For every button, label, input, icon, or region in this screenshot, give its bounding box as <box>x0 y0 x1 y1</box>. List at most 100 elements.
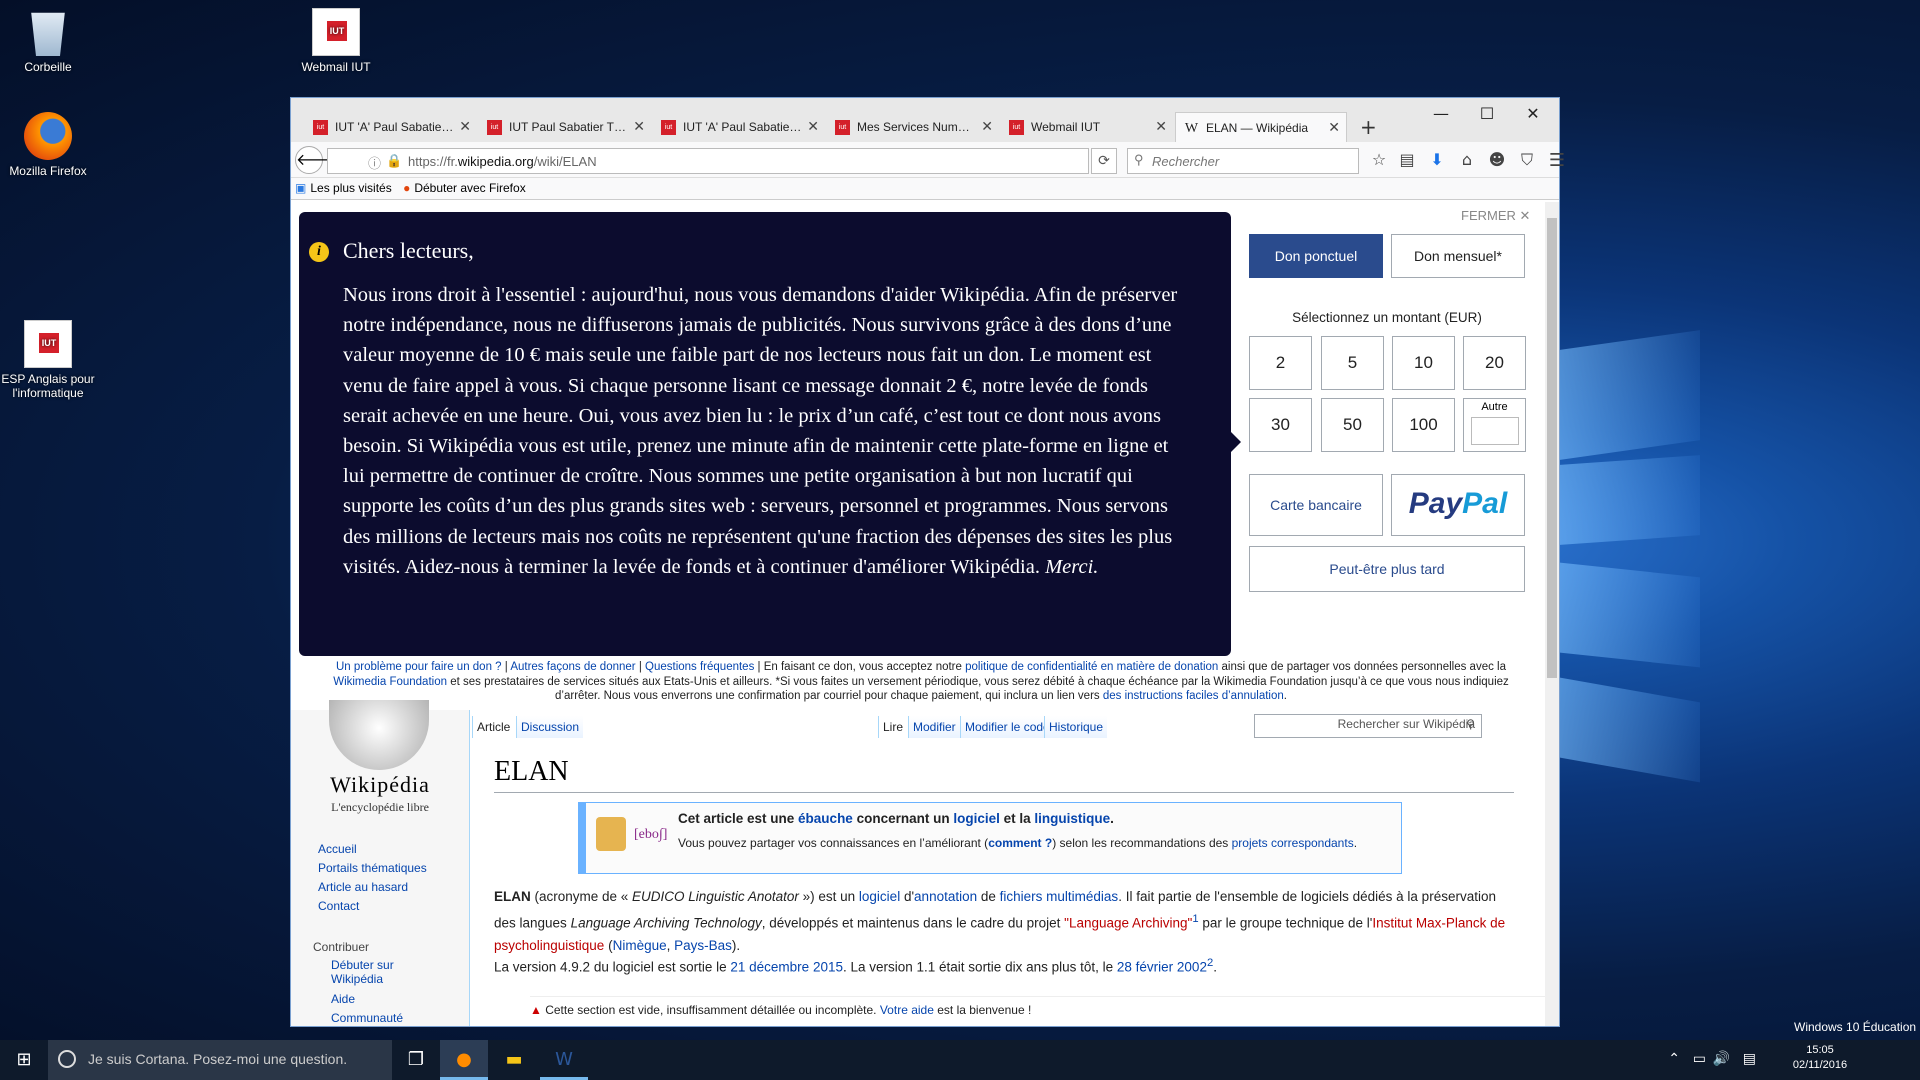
library-icon[interactable]: ▤ <box>1393 150 1421 169</box>
notice-link[interactable]: Votre aide <box>880 1003 934 1017</box>
desktop-icon-firefox[interactable]: Mozilla Firefox <box>0 112 96 178</box>
windows-start-icon[interactable]: ⊞ <box>0 1040 48 1080</box>
close-tab-icon[interactable]: ✕ <box>981 118 993 135</box>
reload-button[interactable]: ⟳ <box>1091 148 1117 174</box>
sidebar-item-debuter[interactable]: Débuter sur Wikipédia <box>331 958 431 986</box>
desktop-icon-esp[interactable]: IUT ESP Anglais pour l'informatique <box>0 320 96 400</box>
article-link[interactable]: Nimègue <box>613 938 667 953</box>
amount-20-button[interactable]: 20 <box>1463 336 1526 390</box>
file-explorer-icon[interactable]: ▬ <box>490 1040 538 1080</box>
tab-iut-2[interactable]: iut IUT Paul Sabatier T… ✕ <box>479 112 651 142</box>
back-button[interactable]: 🡐 <box>295 146 339 174</box>
close-tab-icon[interactable]: ✕ <box>807 118 819 135</box>
cortana-search-box[interactable]: Je suis Cortana. Posez-moi une question. <box>48 1040 392 1080</box>
tab-modifier[interactable]: Modifier <box>908 716 960 738</box>
tab-webmail[interactable]: iut Webmail IUT ✕ <box>1001 112 1173 142</box>
close-tab-icon[interactable]: ✕ <box>459 118 471 135</box>
pocket-icon[interactable]: ⛉ <box>1513 150 1541 170</box>
maybe-later-button[interactable]: Peut-être plus tard <box>1249 546 1525 592</box>
amount-30-button[interactable]: 30 <box>1249 398 1312 452</box>
tab-lire[interactable]: Lire <box>878 716 908 738</box>
show-hidden-icons-icon[interactable]: ⌃ <box>1668 1050 1680 1067</box>
browser-search-field[interactable]: ⚲ Rechercher <box>1127 148 1359 174</box>
clock[interactable]: 15:05 02/11/2016 <box>1780 1044 1860 1071</box>
tab-discussion[interactable]: Discussion <box>516 716 584 738</box>
task-view-icon[interactable]: ❐ <box>392 1040 440 1080</box>
amount-50-button[interactable]: 50 <box>1321 398 1384 452</box>
stub-link[interactable]: projets correspondants <box>1232 836 1354 850</box>
amount-2-button[interactable]: 2 <box>1249 336 1312 390</box>
one-time-donation-button[interactable]: Don ponctuel <box>1249 234 1383 278</box>
monthly-donation-button[interactable]: Don mensuel* <box>1391 234 1525 278</box>
article-link[interactable]: logiciel <box>859 889 900 904</box>
article-link[interactable]: annotation <box>914 889 977 904</box>
footnote-link[interactable]: Questions fréquentes <box>645 661 754 673</box>
article-link[interactable]: 21 décembre 2015 <box>730 960 843 975</box>
footnote-link[interactable]: Wikimedia Foundation <box>333 676 447 688</box>
scrollbar-thumb[interactable] <box>1547 218 1557 678</box>
amount-5-button[interactable]: 5 <box>1321 336 1384 390</box>
tab-article[interactable]: Article <box>472 716 515 738</box>
bookmark-star-icon[interactable]: ☆ <box>1365 150 1393 169</box>
article-link[interactable]: 28 février 2002 <box>1117 960 1207 975</box>
volume-icon[interactable]: 🔊 <box>1713 1050 1730 1067</box>
sidebar-item-aide[interactable]: Aide <box>331 992 355 1006</box>
stub-link[interactable]: linguistique <box>1034 811 1110 826</box>
tab-iut-1[interactable]: iut IUT 'A' Paul Sabatie… ✕ <box>305 112 477 142</box>
notifications-icon[interactable]: ▤ <box>1743 1050 1756 1067</box>
wiki-search-input[interactable]: Rechercher sur Wikipédia ⚲ <box>1254 714 1482 738</box>
tab-elan-wikipedia[interactable]: W ELAN — Wikipédia ✕ <box>1175 112 1347 142</box>
desktop-icon-webmail[interactable]: IUT Webmail IUT <box>288 8 384 74</box>
footnote-link[interactable]: Un problème pour faire un don ? <box>336 661 502 673</box>
search-icon[interactable]: ⚲ <box>1466 717 1475 731</box>
stub-link[interactable]: comment ? <box>988 836 1052 850</box>
footnote-link[interactable]: politique de confidentialité en matière … <box>965 661 1218 673</box>
paypal-button[interactable]: PayPal <box>1391 474 1525 536</box>
bookmark-most-visited[interactable]: Les plus visités <box>310 181 391 195</box>
close-tab-icon[interactable]: ✕ <box>1155 118 1167 135</box>
amount-10-button[interactable]: 10 <box>1392 336 1455 390</box>
page-scrollbar[interactable] <box>1545 202 1559 1026</box>
word-icon[interactable]: W <box>540 1040 588 1080</box>
network-icon[interactable]: ▭ <box>1693 1050 1706 1067</box>
sidebar-item-hasard[interactable]: Article au hasard <box>318 880 408 894</box>
hello-icon[interactable]: ☻ <box>1483 150 1511 169</box>
close-banner-button[interactable]: FERMER ✕ <box>1461 208 1530 224</box>
tab-historique[interactable]: Historique <box>1044 716 1108 738</box>
info-icon[interactable]: ⓘ <box>368 153 381 172</box>
stub-link[interactable]: logiciel <box>953 811 1000 826</box>
maximize-button[interactable]: ☐ <box>1467 104 1507 123</box>
address-bar[interactable]: ⓘ 🔒 https://fr.wikipedia.org/wiki/ELAN <box>327 148 1089 174</box>
credit-card-button[interactable]: Carte bancaire <box>1249 474 1383 536</box>
tab-iut-3[interactable]: iut IUT 'A' Paul Sabatie… ✕ <box>653 112 825 142</box>
tab-modifier-code[interactable]: Modifier le code <box>960 716 1054 738</box>
lock-icon[interactable]: 🔒 <box>386 153 402 169</box>
menu-icon[interactable]: ☰ <box>1543 150 1571 171</box>
stub-link[interactable]: ébauche <box>798 811 853 826</box>
sidebar-item-contact[interactable]: Contact <box>318 899 359 913</box>
new-tab-button[interactable]: + <box>1360 115 1377 139</box>
article-redlink[interactable]: "Language Archiving" <box>1064 916 1192 931</box>
article-link[interactable]: fichiers multimédias <box>1000 889 1119 904</box>
close-tab-icon[interactable]: ✕ <box>1328 119 1340 136</box>
wikipedia-globe-logo[interactable] <box>329 700 429 770</box>
home-icon[interactable]: ⌂ <box>1453 150 1481 169</box>
footnote-link[interactable]: des instructions faciles d’annulation <box>1103 690 1284 702</box>
sidebar-item-portails[interactable]: Portails thématiques <box>318 861 427 875</box>
minimize-button[interactable]: — <box>1421 104 1461 123</box>
sidebar-item-accueil[interactable]: Accueil <box>318 842 357 856</box>
downloads-icon[interactable]: ⬇ <box>1423 150 1451 169</box>
recycle-bin-icon <box>31 12 65 56</box>
other-amount-input[interactable] <box>1470 417 1519 445</box>
sidebar-item-communaute[interactable]: Communauté <box>331 1011 403 1025</box>
article-link[interactable]: Pays-Bas <box>674 938 732 953</box>
bookmark-getting-started[interactable]: Débuter avec Firefox <box>414 181 525 195</box>
tab-mes-services[interactable]: iut Mes Services Num… ✕ <box>827 112 999 142</box>
close-tab-icon[interactable]: ✕ <box>633 118 645 135</box>
firefox-taskbar-icon[interactable]: ● <box>440 1040 488 1080</box>
footnote-link[interactable]: Autres façons de donner <box>510 661 635 673</box>
amount-100-button[interactable]: 100 <box>1392 398 1455 452</box>
close-window-button[interactable]: ✕ <box>1513 104 1553 123</box>
desktop-icon-recycle-bin[interactable]: Corbeille <box>0 8 96 74</box>
banner-body-text: Nous irons droit à l'essentiel : aujourd… <box>343 284 1178 578</box>
